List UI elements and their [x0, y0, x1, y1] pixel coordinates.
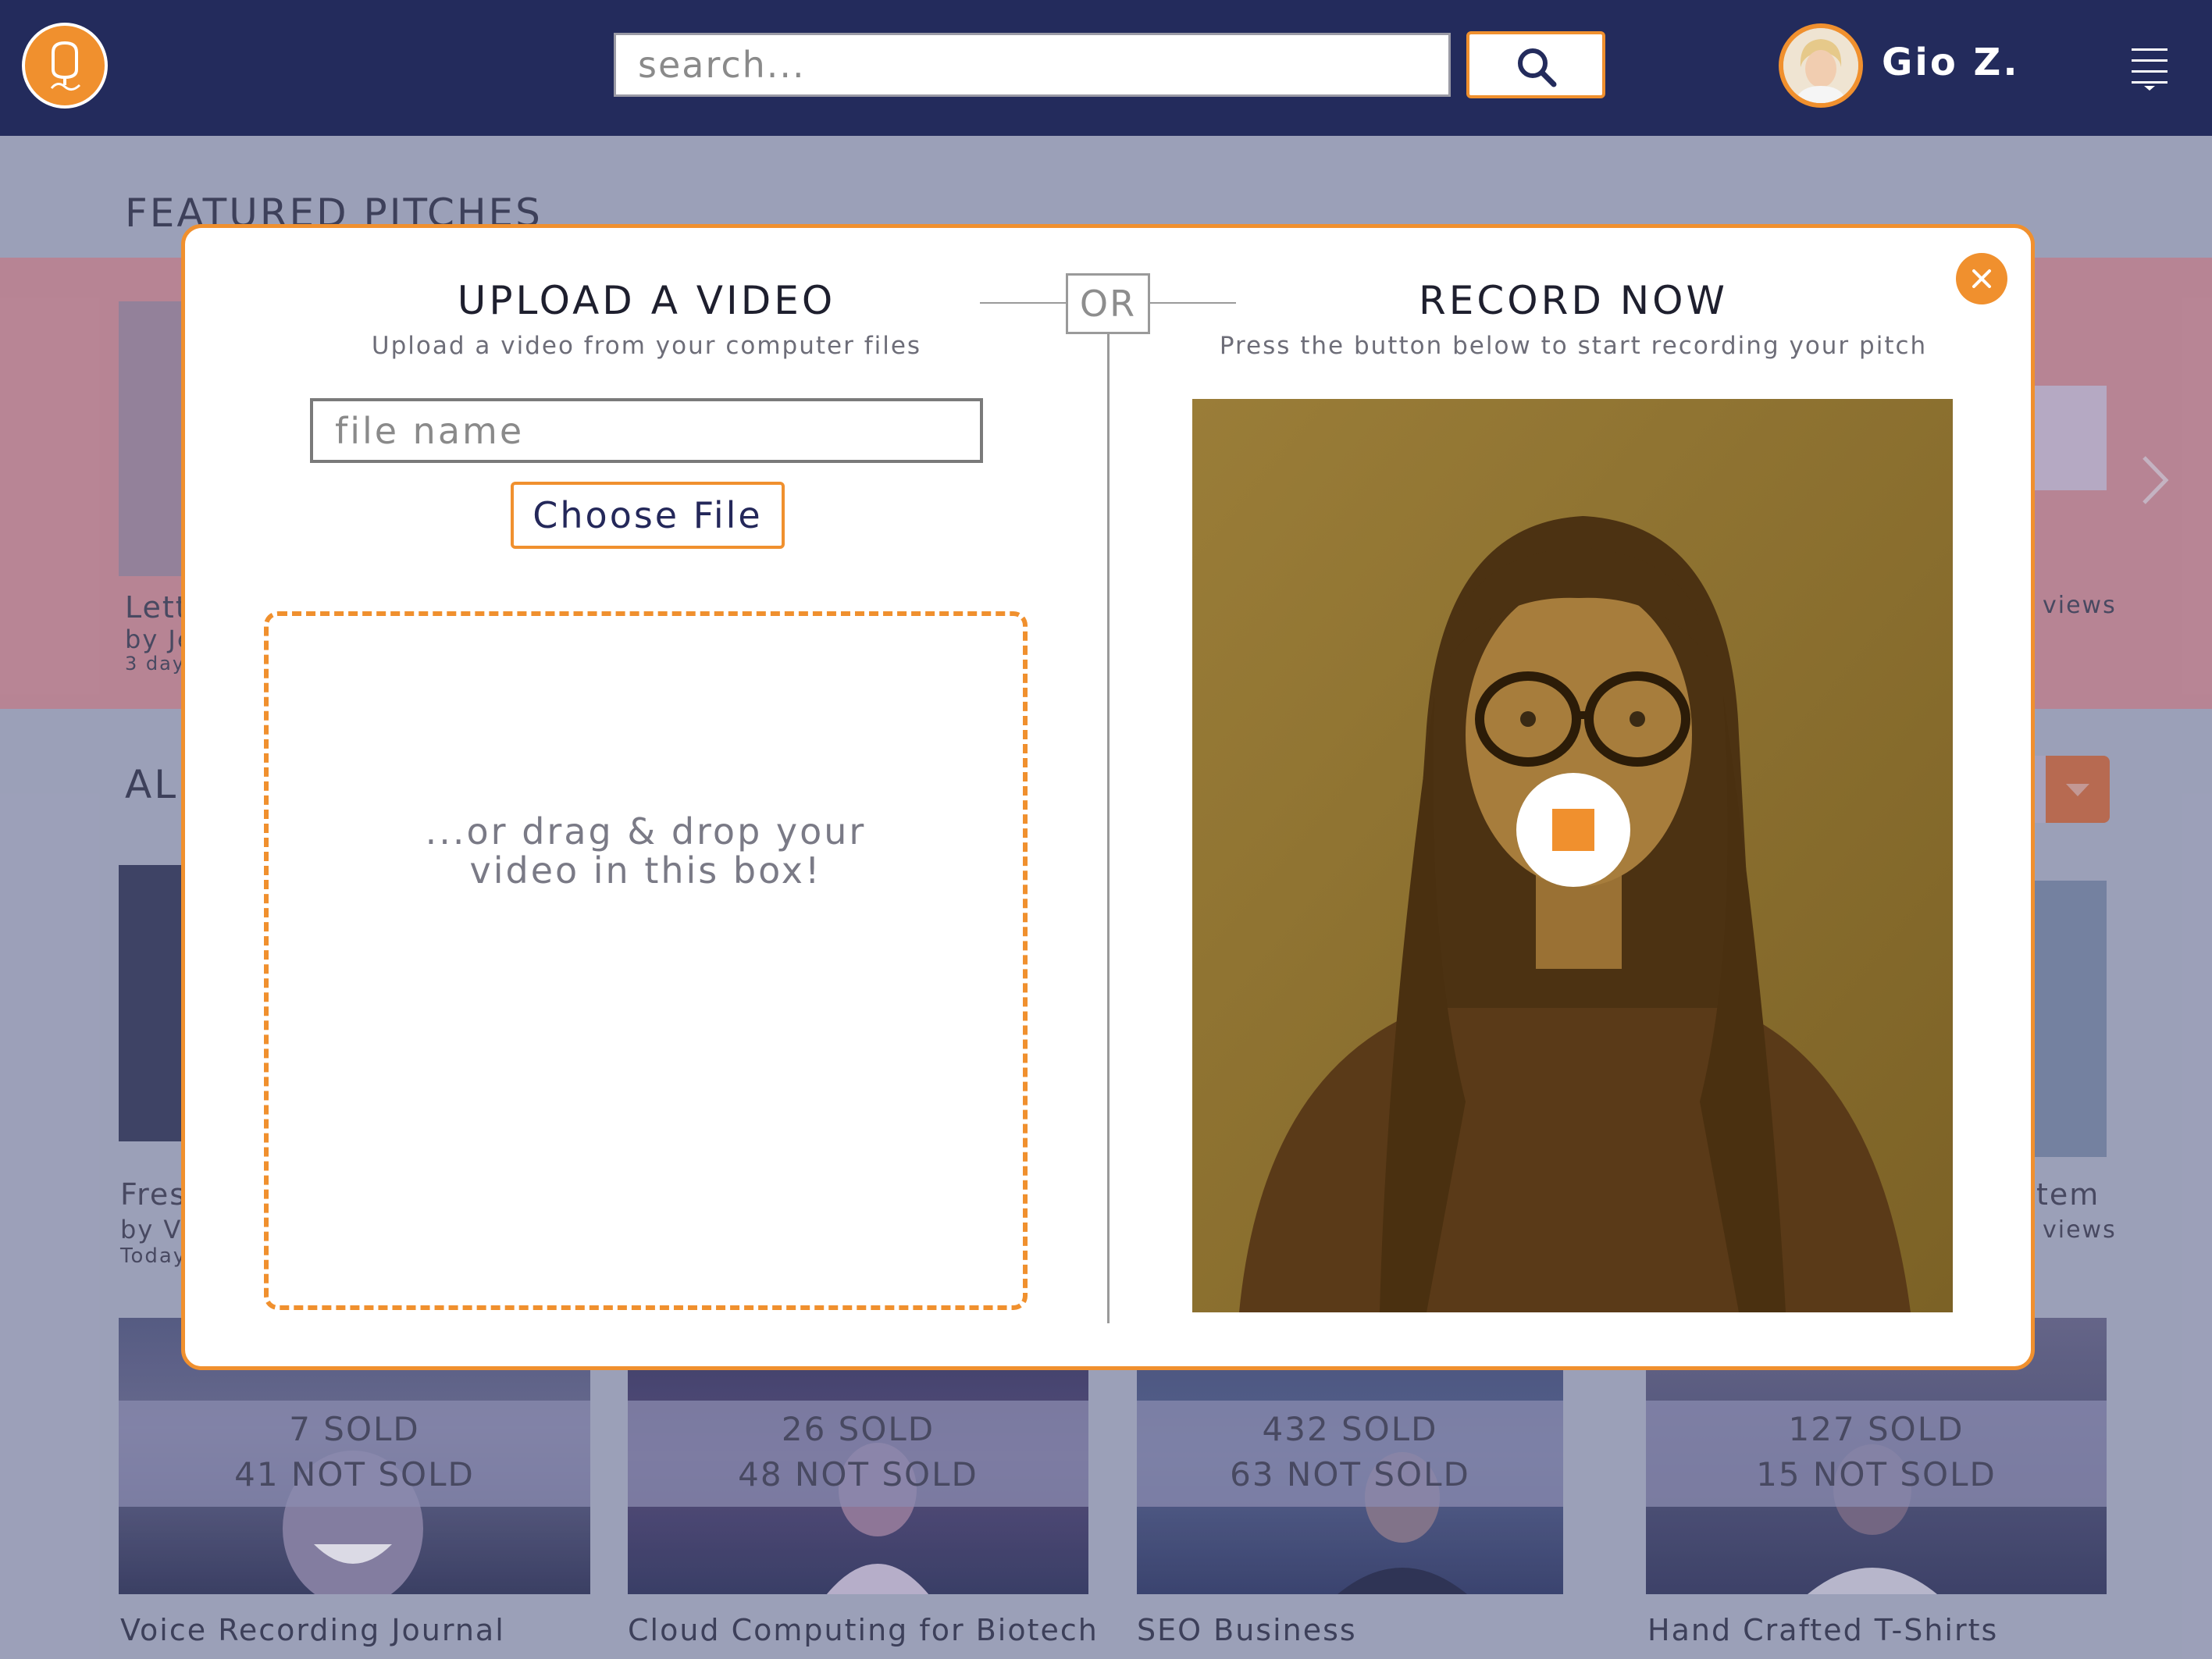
top-navbar: Gio Z.: [0, 0, 2212, 136]
or-label: OR: [1066, 273, 1150, 334]
search-input[interactable]: [614, 33, 1451, 97]
upload-video-subtitle: Upload a video from your computer files: [371, 332, 922, 360]
logo-icon[interactable]: [22, 23, 108, 109]
record-now-subtitle: Press the button below to start recordin…: [1219, 332, 1928, 360]
video-dropzone[interactable]: [264, 611, 1028, 1310]
dropzone-instructions: ...or drag & drop your video in this box…: [425, 810, 867, 892]
search-button[interactable]: [1466, 31, 1605, 98]
upload-video-title: UPLOAD A VIDEO: [457, 278, 836, 323]
choose-file-button[interactable]: Choose File: [511, 482, 785, 549]
magnifier-icon: [1518, 48, 1557, 87]
user-name[interactable]: Gio Z.: [1882, 41, 2020, 84]
avatar[interactable]: [1779, 23, 1863, 108]
record-button[interactable]: [1516, 773, 1630, 887]
hamburger-menu-icon[interactable]: [2130, 45, 2169, 92]
file-name-field[interactable]: [310, 398, 983, 463]
close-button[interactable]: [1956, 253, 2007, 304]
or-divider-line-left: [980, 302, 1066, 304]
stop-square-icon: [1552, 809, 1594, 851]
close-x-icon: [1972, 269, 1991, 288]
record-now-title: RECORD NOW: [1419, 278, 1728, 323]
column-divider: [1107, 334, 1110, 1323]
